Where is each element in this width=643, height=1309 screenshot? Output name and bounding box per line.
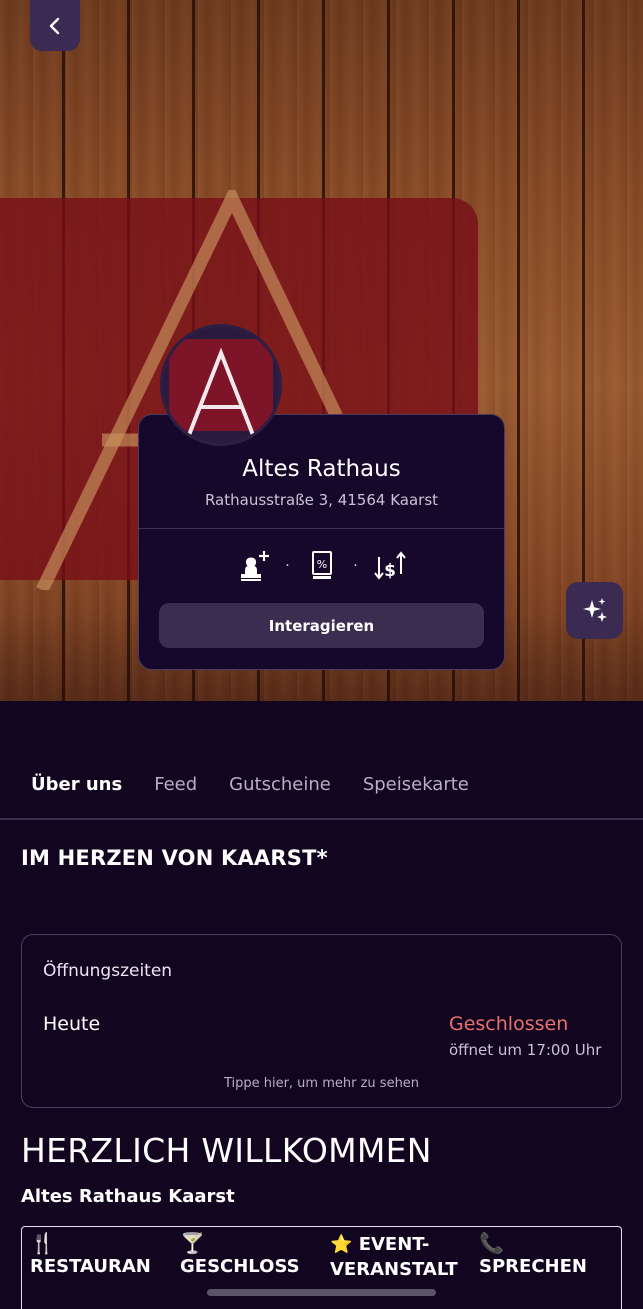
sparkle-icon	[582, 597, 607, 622]
avatar	[160, 324, 282, 446]
category-events[interactable]: ⭐ EVENT- VERANSTALT	[330, 1232, 458, 1282]
venue-address: Rathausstraße 3, 41564 Kaarst	[204, 491, 439, 509]
currency-exchange-icon: $	[373, 551, 406, 581]
back-button[interactable]	[30, 0, 80, 51]
opening-hours-title: Öffnungszeiten	[43, 961, 173, 981]
tab-vouchers[interactable]: Gutscheine	[229, 774, 331, 795]
welcome-heading: HERZLICH WILLKOMMEN	[21, 1131, 432, 1170]
opening-next-time: öffnet um 17:00 Uhr	[449, 1041, 602, 1059]
category-contact[interactable]: 📞 SPRECHEN	[479, 1232, 587, 1279]
category-restaurant[interactable]: 🍴 RESTAURAN	[30, 1232, 151, 1279]
card-divider	[139, 528, 504, 529]
tab-divider	[0, 818, 643, 820]
venue-name: Altes Rathaus	[242, 456, 401, 482]
back-icon	[49, 17, 60, 34]
star-icon: ⭐	[330, 1234, 353, 1255]
opening-hours-day: Heute	[43, 1013, 101, 1035]
voucher-icon: %	[311, 551, 332, 579]
tab-feed[interactable]: Feed	[154, 774, 197, 795]
cocktail-icon: 🍸	[180, 1231, 205, 1255]
tab-bar: Über uns Feed Gutscheine Speisekarte	[0, 766, 643, 802]
category-closed[interactable]: 🍸 GESCHLOSS	[180, 1232, 300, 1279]
venue-subheading: Altes Rathaus Kaarst	[21, 1186, 235, 1207]
phone-icon: 📞	[479, 1231, 504, 1255]
home-indicator	[207, 1289, 436, 1296]
ai-assistant-button[interactable]	[566, 582, 623, 639]
vouchers-button[interactable]: %	[305, 549, 339, 583]
fork-knife-icon: 🍴	[30, 1231, 55, 1255]
add-stamp-icon	[240, 551, 269, 581]
card-actions: · % · $	[0, 548, 643, 584]
svg-text:$: $	[384, 561, 396, 581]
tab-about[interactable]: Über uns	[31, 774, 122, 795]
add-stamp-button[interactable]	[237, 549, 271, 583]
opening-status: Geschlossen	[449, 1013, 569, 1035]
currency-button[interactable]: $	[373, 549, 407, 583]
interact-button[interactable]: Interagieren	[159, 603, 484, 648]
venue-logo-icon	[169, 339, 273, 436]
opening-hours-hint: Tippe hier, um mehr zu sehen	[223, 1076, 420, 1091]
tab-menu[interactable]: Speisekarte	[363, 774, 469, 795]
about-heading: IM HERZEN VON KAARST*	[21, 846, 328, 870]
svg-text:%: %	[316, 558, 326, 571]
